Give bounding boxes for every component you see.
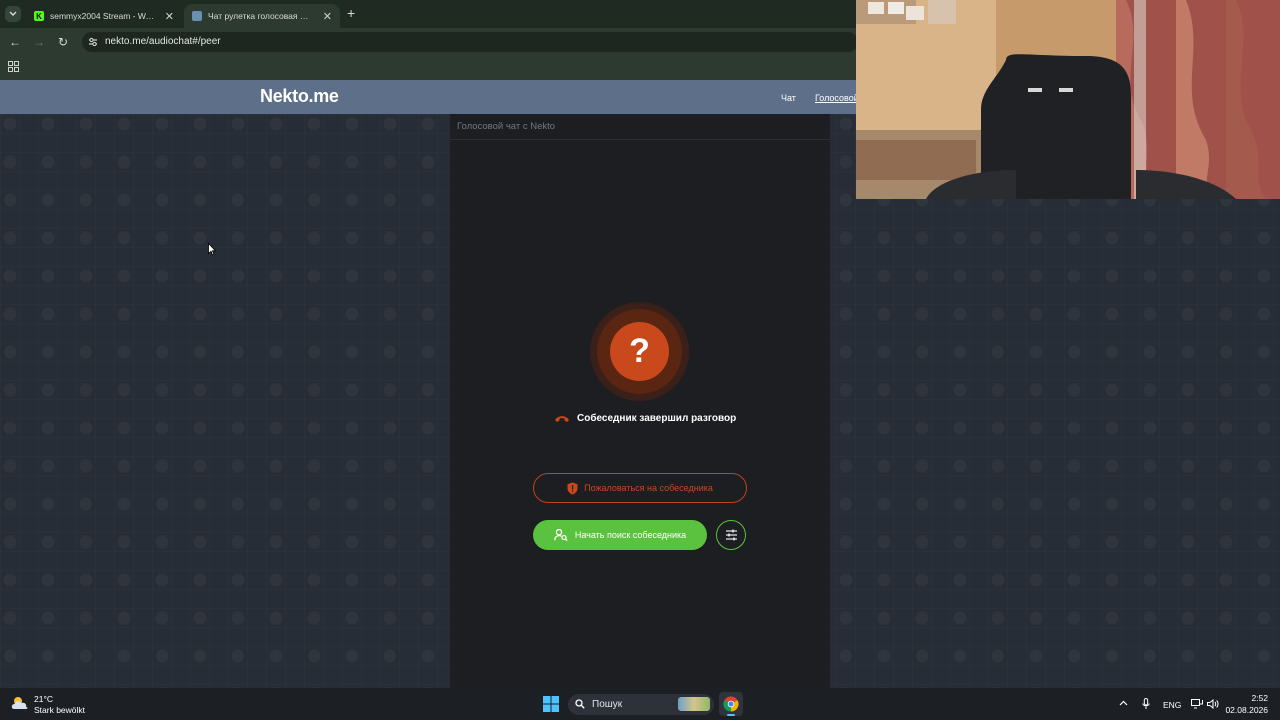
chrome-icon: [723, 696, 739, 712]
call-ended-status: Собеседник завершил разговор: [554, 413, 736, 424]
hang-up-icon: [555, 415, 569, 422]
language-indicator[interactable]: ENG: [1163, 700, 1181, 710]
nav-link-chat[interactable]: Чат: [781, 93, 796, 103]
weather-temperature[interactable]: 21°C: [34, 694, 53, 704]
weather-description[interactable]: Stark bewölkt: [34, 705, 85, 715]
microphone-icon[interactable]: [1142, 698, 1150, 710]
url-text[interactable]: nekto.me/audiochat#/peer: [105, 36, 221, 47]
chat-panel: [450, 114, 830, 688]
report-button-label: Пожаловаться на собеседника: [584, 483, 713, 493]
start-search-button[interactable]: Начать поиск собеседника: [533, 520, 707, 550]
webcam-image: [856, 0, 1280, 199]
sliders-icon: [725, 529, 737, 541]
chevron-up-icon[interactable]: [1119, 700, 1128, 706]
nekto-favicon: [192, 11, 202, 21]
reload-icon[interactable]: ↻: [55, 34, 71, 50]
tab-title: Чат рулетка голосовая — Nekto.me: [208, 11, 317, 21]
chevron-down-icon: [9, 11, 17, 16]
mouse-cursor-icon: [208, 243, 216, 256]
tab-kick[interactable]: K semmyx2004 Stream - Watch Live ✕: [26, 4, 182, 28]
back-arrow-icon[interactable]: ←: [7, 34, 23, 50]
close-tab-icon[interactable]: ✕: [165, 10, 174, 23]
start-search-label: Начать поиск собеседника: [574, 530, 687, 540]
taskbar-search-placeholder: Пошук: [592, 699, 623, 710]
forward-arrow-icon[interactable]: →: [31, 34, 47, 50]
user-search-icon: [553, 529, 568, 541]
volume-icon[interactable]: [1207, 699, 1219, 709]
clock-date[interactable]: 02.08.2026: [1222, 705, 1268, 715]
apps-grid-icon[interactable]: [8, 61, 19, 72]
report-button[interactable]: Пожаловаться на собеседника: [533, 473, 747, 503]
close-tab-icon[interactable]: ✕: [323, 10, 332, 23]
search-settings-button[interactable]: [716, 520, 746, 550]
clock-time[interactable]: 2:52: [1228, 693, 1268, 703]
windows-start-icon[interactable]: [543, 696, 559, 712]
status-text: Собеседник завершил разговор: [577, 413, 737, 424]
shield-alert-icon: [567, 482, 578, 494]
tab-title: semmyx2004 Stream - Watch Live: [50, 11, 159, 21]
kick-favicon: K: [34, 11, 44, 21]
new-tab-button[interactable]: +: [347, 5, 355, 21]
weather-cloud-icon[interactable]: [10, 695, 30, 711]
search-highlight-image: [678, 697, 710, 711]
active-app-indicator: [727, 714, 735, 716]
webcam-overlay: [856, 0, 1280, 199]
nav-link-voice[interactable]: Голосовой: [815, 93, 859, 103]
search-icon: [575, 699, 585, 709]
tab-nekto[interactable]: Чат рулетка голосовая — Nekto.me ✕: [184, 4, 340, 28]
site-logo[interactable]: Nekto.me: [260, 86, 339, 107]
panel-title: Голосовой чат с Nekto: [457, 121, 556, 132]
network-icon[interactable]: [1191, 699, 1203, 709]
site-settings-icon[interactable]: [88, 37, 98, 47]
question-icon: ?: [610, 322, 669, 381]
